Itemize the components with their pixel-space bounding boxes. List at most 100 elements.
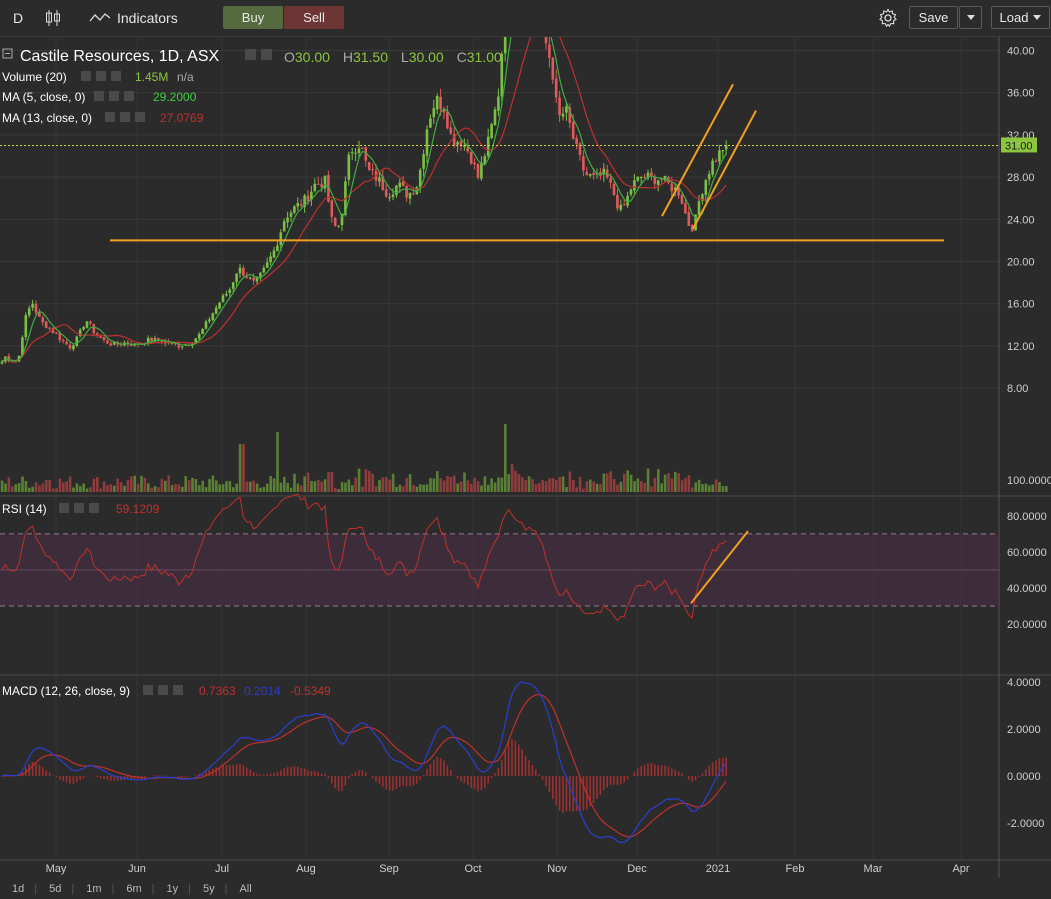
macd-legend-icons[interactable] (143, 685, 183, 695)
macd-histogram-bar (677, 771, 680, 776)
volume-bar (361, 486, 364, 492)
volume-bar (34, 482, 38, 492)
candle-body (0, 361, 4, 364)
candle-body (350, 152, 354, 154)
load-button[interactable]: Load (991, 6, 1050, 29)
candle-body (585, 171, 589, 175)
candle-body (609, 178, 612, 183)
volume-bar (279, 482, 283, 492)
macd-histogram-bar (320, 773, 323, 776)
volume-bar (109, 484, 113, 492)
macd-histogram-bar (596, 776, 598, 799)
sell-button[interactable]: Sell (284, 6, 344, 29)
range-5y[interactable]: 5y (203, 883, 215, 895)
volume-bar (714, 479, 718, 492)
volume-bar (473, 477, 476, 492)
candle-body (72, 345, 75, 350)
volume-bar (612, 479, 616, 492)
high-label: H (343, 49, 353, 65)
macd-histogram-bar (541, 776, 544, 780)
candle-body (357, 148, 361, 154)
range-all[interactable]: All (239, 883, 251, 895)
save-options-dropdown[interactable] (959, 6, 982, 29)
low-label: L (401, 49, 409, 65)
candle-body (446, 111, 449, 129)
candle-body (337, 225, 340, 227)
separator: | (188, 882, 191, 895)
macd-histogram-bar (671, 768, 673, 776)
volume-bar (170, 485, 174, 492)
ma13-legend-icons[interactable] (105, 112, 145, 122)
macd-histogram-bar (385, 776, 387, 790)
volume-bar (116, 478, 119, 492)
volume-bar (58, 478, 62, 492)
macd-histogram-bar (283, 768, 285, 776)
volume-bar (490, 478, 493, 492)
macd-histogram-bar (497, 768, 500, 776)
range-1y[interactable]: 1y (167, 883, 179, 895)
range-5d[interactable]: 5d (49, 883, 61, 895)
macd-histogram-bar (103, 776, 105, 780)
price-axis-label: 16.00 (1007, 299, 1035, 311)
volume-bar (119, 482, 123, 492)
volume-legend-icons[interactable] (81, 71, 121, 81)
macd-histogram-bar (358, 770, 360, 776)
volume-bar (504, 424, 507, 492)
candlestick-icon (46, 10, 60, 26)
volume-bar (289, 487, 293, 492)
macd-histogram-bar (460, 776, 462, 782)
candle-body (211, 313, 215, 320)
ma5-legend-icons[interactable] (94, 91, 134, 101)
candle-body (269, 256, 272, 263)
candle-body (561, 113, 565, 117)
macd-histogram-bar (82, 776, 85, 779)
macd-histogram-bar (273, 772, 275, 776)
macd-histogram-bar (688, 776, 690, 780)
macd-histogram-bar (623, 776, 625, 783)
save-button[interactable]: Save (909, 6, 958, 29)
low-value: 30.00 (409, 49, 444, 65)
macd-histogram-bar (725, 757, 727, 776)
volume-bar (45, 480, 48, 492)
volume-bar (725, 485, 728, 492)
volume-legend-value: 1.45M (135, 70, 168, 84)
macd-histogram-bar (433, 760, 435, 776)
rsi-legend-icons[interactable] (59, 503, 99, 513)
macd-histogram-bar (599, 776, 602, 796)
settings-button[interactable] (878, 0, 898, 36)
volume-bar (201, 480, 204, 492)
chart-canvas[interactable]: 8.0012.0016.0020.0024.0028.0032.0036.004… (0, 37, 1051, 878)
volume-bar (521, 477, 524, 492)
candle-body (497, 96, 500, 111)
macd-histogram-bar (181, 776, 183, 777)
range-1d[interactable]: 1d (12, 883, 24, 895)
volume-bar (650, 486, 653, 492)
candle-body (252, 277, 255, 281)
volume-bar (670, 478, 674, 492)
volume-bar (99, 488, 102, 492)
range-1m[interactable]: 1m (86, 883, 101, 895)
volume-bar (555, 479, 558, 492)
macd-histogram-bar (266, 774, 268, 776)
volume-bar (68, 476, 72, 492)
buy-button[interactable]: Buy (223, 6, 283, 29)
macd-histogram-bar (446, 765, 449, 776)
volume-bar (96, 477, 99, 492)
volume-bar (249, 481, 252, 492)
candle-body (235, 273, 238, 282)
macd-histogram-bar (654, 764, 656, 776)
symbol-menu[interactable]: D (13, 0, 23, 36)
volume-bar (657, 469, 660, 492)
macd-histogram-bar (701, 773, 704, 776)
volume-bar (674, 471, 677, 492)
candle-body (551, 57, 555, 80)
macd-histogram-bar (361, 770, 364, 776)
range-6m[interactable]: 6m (126, 883, 141, 895)
indicators-button[interactable]: Indicators (89, 0, 178, 36)
macd-histogram-bar (195, 775, 197, 776)
volume-bar (599, 484, 602, 492)
chart-type-button[interactable] (44, 0, 62, 36)
candle-body (204, 321, 208, 329)
macd-histogram-bar (484, 776, 486, 789)
macd-histogram-bar (664, 765, 666, 776)
